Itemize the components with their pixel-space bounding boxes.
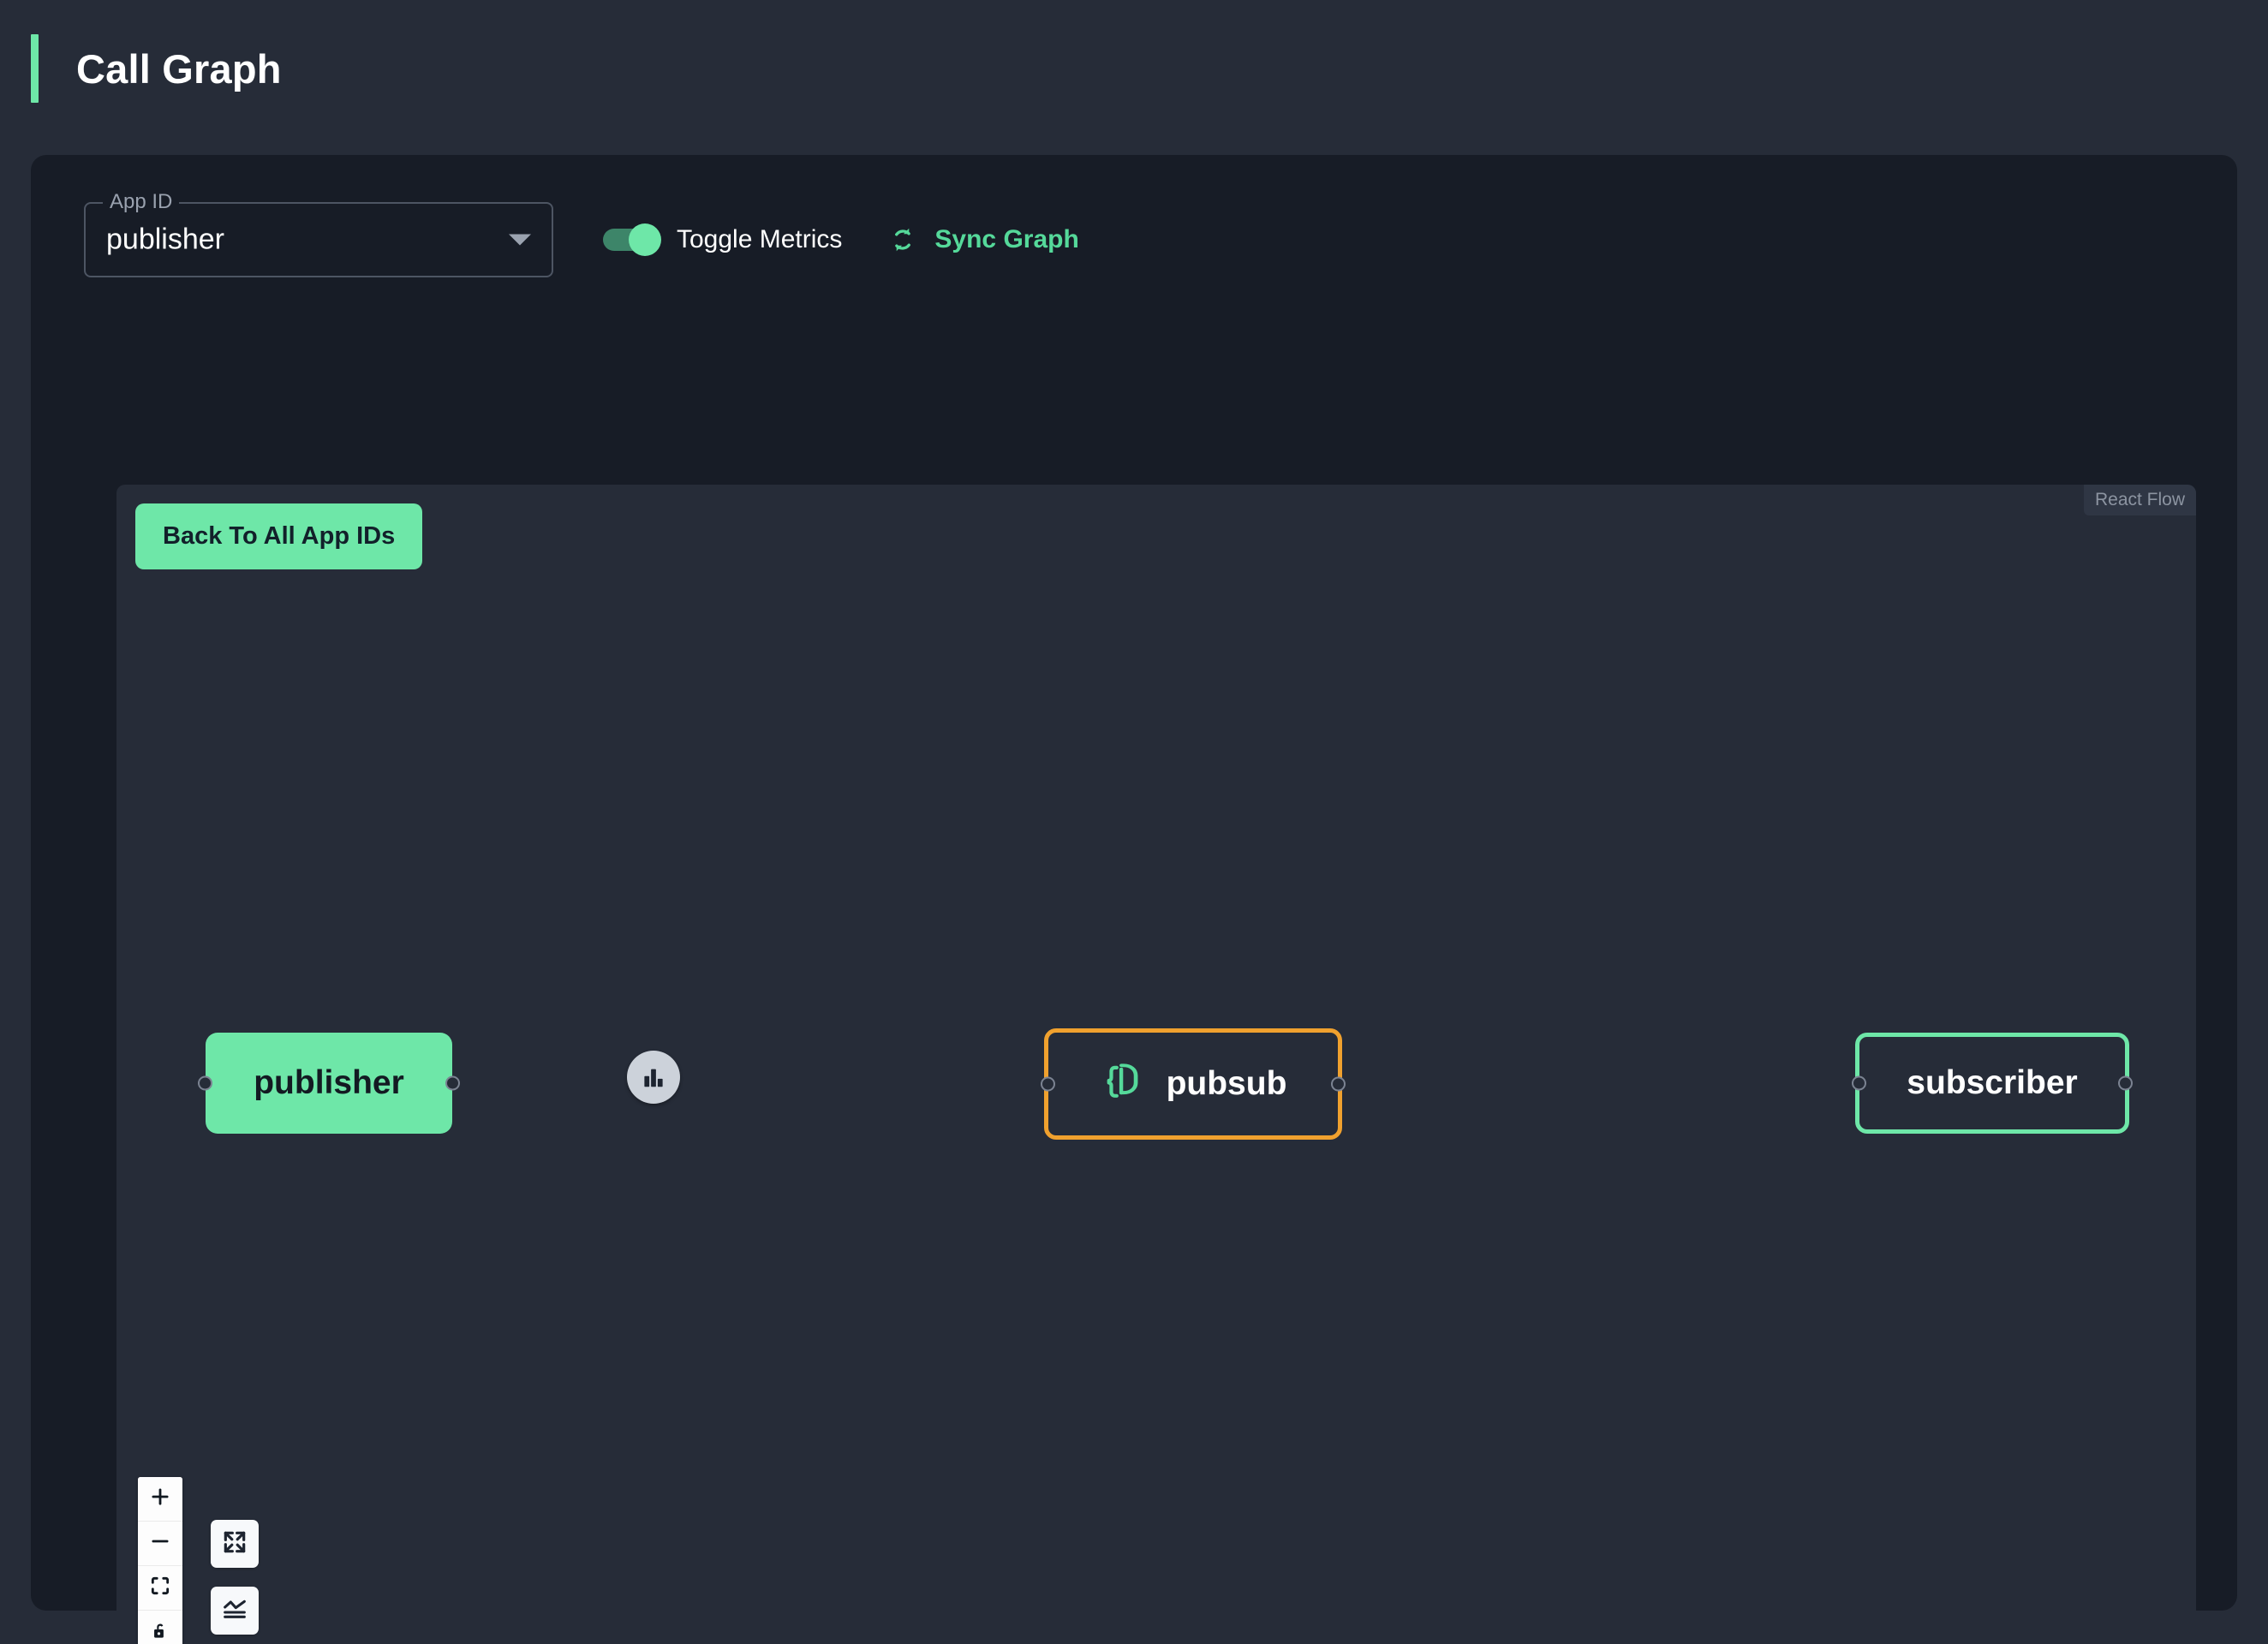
dapr-logo-icon: [1100, 1062, 1144, 1106]
node-handle-target[interactable]: [2118, 1075, 2133, 1091]
react-flow-attribution[interactable]: React Flow: [2083, 485, 2196, 515]
toolbar: App ID publisher Toggle Metrics Sync Gra…: [31, 155, 2237, 283]
graph-node-pubsub[interactable]: pubsub: [1041, 1028, 1346, 1140]
node-handle-source[interactable]: [1041, 1076, 1055, 1092]
sync-graph-label: Sync Graph: [934, 225, 1079, 253]
graph-canvas[interactable]: Back To All App IDs React Flow publisher…: [116, 485, 2196, 1644]
node-label: publisher: [254, 1064, 404, 1101]
app-id-select[interactable]: App ID publisher: [84, 192, 553, 277]
edge-metric-badge[interactable]: [627, 1051, 680, 1104]
fit-view-icon: [149, 1575, 171, 1601]
app-id-label: App ID: [103, 192, 180, 212]
call-graph-card: App ID publisher Toggle Metrics Sync Gra…: [31, 155, 2237, 1644]
back-to-all-app-ids-button[interactable]: Back To All App IDs: [135, 503, 423, 569]
toggle-metrics-control[interactable]: Toggle Metrics: [603, 223, 842, 256]
bar-chart-icon: [641, 1064, 666, 1090]
sync-graph-button[interactable]: Sync Graph: [886, 223, 1079, 256]
react-flow-controls: [138, 1477, 182, 1644]
node-label: pubsub: [1166, 1065, 1287, 1102]
lock-icon: [149, 1620, 171, 1644]
page-title: Call Graph: [76, 45, 282, 92]
zoom-out-button[interactable]: [138, 1522, 182, 1566]
toggle-metrics-label: Toggle Metrics: [677, 225, 843, 253]
toggle-metrics-switch[interactable]: [603, 223, 661, 256]
header-accent-bar: [31, 34, 39, 103]
graph-node-publisher[interactable]: publisher: [198, 1033, 460, 1134]
layout-icon: [221, 1595, 248, 1627]
page-header: Call Graph: [0, 0, 2268, 137]
fit-view-button[interactable]: [138, 1566, 182, 1611]
sync-icon: [886, 223, 919, 256]
zoom-out-icon: [149, 1530, 171, 1557]
zoom-in-button[interactable]: [138, 1477, 182, 1522]
chevron-down-icon[interactable]: [509, 234, 531, 246]
canvas-side-buttons: [211, 1520, 259, 1635]
fullscreen-icon: [221, 1528, 248, 1560]
app-id-value: publisher: [106, 223, 224, 256]
fullscreen-button[interactable]: [211, 1520, 259, 1568]
node-label: subscriber: [1907, 1064, 2078, 1101]
switch-knob: [629, 223, 661, 256]
node-handle-source[interactable]: [198, 1075, 212, 1091]
node-handle-target[interactable]: [1331, 1076, 1346, 1092]
node-handle-source[interactable]: [1852, 1075, 1866, 1091]
node-handle-target[interactable]: [445, 1075, 460, 1091]
zoom-in-icon: [149, 1486, 171, 1512]
layout-button[interactable]: [211, 1587, 259, 1635]
graph-node-subscriber[interactable]: subscriber: [1852, 1033, 2133, 1134]
lock-button[interactable]: [138, 1611, 182, 1644]
